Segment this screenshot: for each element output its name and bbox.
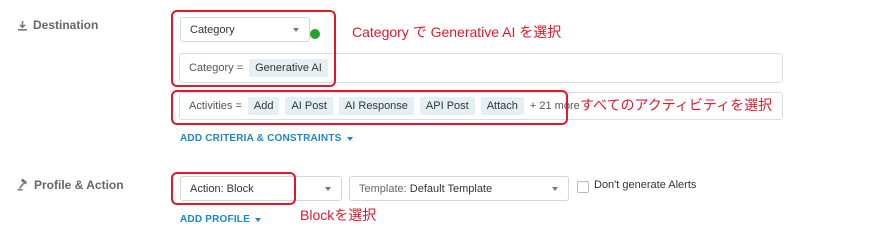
category-annotation-note: Category で Generative AI を選択 <box>352 24 562 40</box>
destination-label-text: Destination <box>33 18 99 32</box>
status-dot-icon <box>310 29 320 39</box>
download-arrow-icon <box>17 20 28 31</box>
dont-generate-alerts-checkbox[interactable] <box>577 181 589 193</box>
action-select[interactable]: Action: Block <box>180 176 342 201</box>
profile-action-label-text: Profile & Action <box>34 178 124 192</box>
caret-down-icon <box>346 136 353 141</box>
gavel-icon <box>17 179 29 191</box>
chevron-down-icon <box>293 27 299 32</box>
caret-down-icon <box>254 217 261 222</box>
activity-chip[interactable]: AI Response <box>338 97 414 115</box>
action-select-value: Action: Block <box>190 182 254 195</box>
block-annotation-note: Blockを選択 <box>300 207 377 223</box>
activity-chip[interactable]: Add <box>247 97 280 115</box>
category-select[interactable]: Category <box>180 17 310 42</box>
category-filter-key: Category = <box>189 62 244 74</box>
activity-chip[interactable]: API Post <box>419 97 475 115</box>
chevron-down-icon <box>552 186 558 191</box>
add-profile-link[interactable]: ADD PROFILE <box>180 214 261 225</box>
activity-chip[interactable]: Attach <box>480 97 524 115</box>
profile-action-label: Profile & Action <box>17 178 124 192</box>
template-select-text: Template: Default Template <box>359 183 492 195</box>
add-criteria-link[interactable]: ADD CRITERIA & CONSTRAINTS <box>180 133 353 144</box>
add-profile-label: ADD PROFILE <box>180 214 250 225</box>
activity-chip[interactable]: AI Post <box>285 97 333 115</box>
template-select[interactable]: Template: Default Template <box>349 176 569 201</box>
destination-label: Destination <box>17 18 98 32</box>
add-criteria-label: ADD CRITERIA & CONSTRAINTS <box>180 133 342 144</box>
template-value: Default Template <box>409 182 493 195</box>
category-select-value: Category <box>190 23 235 36</box>
category-filter-chip[interactable]: Generative AI <box>249 59 328 77</box>
activities-filter-key: Activities = <box>189 100 242 112</box>
category-filter-row[interactable]: Category = Generative AI <box>179 53 783 83</box>
activities-more-count[interactable]: + 21 more <box>530 100 580 112</box>
chevron-down-icon <box>325 186 331 191</box>
template-prefix: Template: <box>359 182 407 195</box>
dont-generate-alerts-label: Don't generate Alerts <box>594 179 697 191</box>
activities-annotation-note: すべてのアクティビティを選択 <box>580 97 773 113</box>
